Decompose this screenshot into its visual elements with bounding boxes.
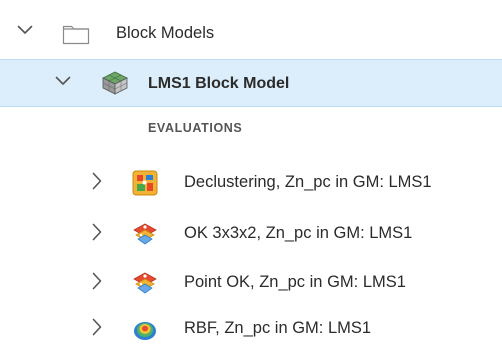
tree-item-label: Declustering, Zn_pc in GM: LMS1 <box>184 173 432 191</box>
chevron-down-icon[interactable] <box>17 25 33 35</box>
chevron-down-icon[interactable] <box>55 76 71 86</box>
tree-item-evaluation[interactable]: OK 3x3x2, Zn_pc in GM: LMS1 <box>0 211 502 255</box>
project-tree: Block Models LMS1 Block Model EVALUATION… <box>0 0 502 358</box>
declustering-icon <box>132 170 158 201</box>
tree-item-evaluation[interactable]: Declustering, Zn_pc in GM: LMS1 <box>0 160 502 204</box>
tree-item-block-models[interactable]: Block Models <box>0 14 502 52</box>
tree-item-label: LMS1 Block Model <box>148 75 290 92</box>
tree-item-label: OK 3x3x2, Zn_pc in GM: LMS1 <box>184 224 413 242</box>
tree-item-label: Block Models <box>116 24 215 42</box>
rbf-icon <box>132 316 158 347</box>
section-header-evaluations: EVALUATIONS <box>0 116 502 144</box>
tree-item-label: RBF, Zn_pc in GM: LMS1 <box>184 319 372 337</box>
kriging-icon <box>132 221 158 252</box>
tree-item-label: Point OK, Zn_pc in GM: LMS1 <box>184 273 406 291</box>
chevron-right-icon[interactable] <box>92 272 102 290</box>
section-label: EVALUATIONS <box>148 121 243 135</box>
chevron-right-icon[interactable] <box>92 223 102 241</box>
tree-item-lms1-block-model[interactable]: LMS1 Block Model <box>0 59 502 107</box>
tree-item-evaluation[interactable]: RBF, Zn_pc in GM: LMS1 <box>0 306 502 350</box>
folder-icon <box>62 23 90 50</box>
block-model-icon <box>101 70 129 101</box>
kriging-icon <box>132 270 158 301</box>
chevron-right-icon[interactable] <box>92 318 102 336</box>
chevron-right-icon[interactable] <box>92 172 102 190</box>
tree-item-evaluation[interactable]: Point OK, Zn_pc in GM: LMS1 <box>0 260 502 304</box>
